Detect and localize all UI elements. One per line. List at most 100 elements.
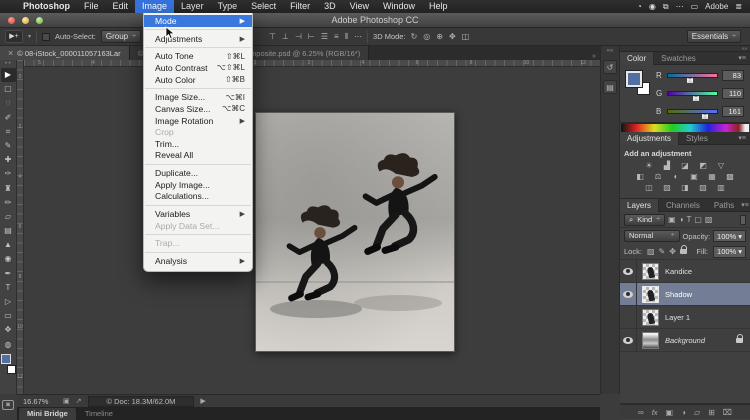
visibility-toggle[interactable] — [620, 260, 637, 283]
green-slider[interactable] — [667, 91, 718, 96]
red-slider[interactable] — [667, 73, 718, 78]
align-left-icon[interactable]: ⊣ — [295, 32, 302, 42]
filter-adjustment-icon[interactable]: ◑ — [679, 215, 684, 224]
layer-row-kandice[interactable]: Kandice — [620, 260, 750, 283]
tab-styles[interactable]: Styles — [679, 132, 715, 145]
healing-brush-tool[interactable]: ✚ — [1, 153, 16, 167]
menubar-monitor-icon[interactable]: ▭ — [691, 2, 699, 11]
visibility-toggle[interactable] — [620, 283, 637, 306]
align-right-icon[interactable]: ⊢ — [308, 32, 315, 42]
black-white-icon[interactable]: ◐ — [671, 172, 682, 181]
threshold-icon[interactable]: ◨ — [680, 183, 691, 192]
menu-item-image-rotation[interactable]: Image Rotation▶ — [144, 115, 252, 127]
menu-item-duplicate[interactable]: Duplicate... — [144, 167, 252, 179]
history-brush-tool[interactable]: ✏ — [1, 196, 16, 210]
filter-shape-icon[interactable]: ▢ — [694, 215, 702, 224]
background-color-swatch[interactable] — [7, 365, 16, 374]
hue-saturation-icon[interactable]: ◧ — [635, 172, 646, 181]
threed-slide-icon[interactable]: ✥ — [449, 32, 456, 41]
lock-pixels-icon[interactable]: ✎ — [659, 247, 666, 256]
tab-layers[interactable]: Layers — [620, 199, 659, 212]
menu-item-auto-contrast[interactable]: Auto Contrast⌥⇧⌘L — [144, 62, 252, 74]
filter-smart-object-icon[interactable]: ▧ — [705, 215, 713, 224]
photo-filter-icon[interactable]: ▣ — [689, 172, 700, 181]
dock-expand-icon[interactable]: «« — [601, 46, 619, 54]
threed-roll-icon[interactable]: ◎ — [423, 32, 430, 41]
tab-adjustments[interactable]: Adjustments — [620, 132, 679, 145]
tab-color[interactable]: Color — [620, 52, 654, 65]
channel-mixer-icon[interactable]: ▦ — [707, 172, 718, 181]
delete-layer-icon[interactable]: ⌧ — [723, 408, 732, 417]
layer-row-background[interactable]: Background — [620, 329, 750, 352]
tab-overflow-icon[interactable]: » — [588, 53, 600, 60]
menu-help[interactable]: Help — [422, 0, 455, 13]
menu-item-reveal-all[interactable]: Reveal All — [144, 150, 252, 162]
clone-stamp-tool[interactable]: ♜ — [1, 182, 16, 196]
filter-type-icon[interactable]: T — [686, 215, 691, 224]
threed-orbit-icon[interactable]: ↻ — [411, 32, 418, 41]
blend-mode-dropdown[interactable]: Normal÷ — [624, 230, 680, 242]
pen-tool[interactable]: ✒ — [1, 267, 16, 281]
menu-select[interactable]: Select — [244, 0, 283, 13]
menubar-list-icon[interactable]: ≣ — [735, 2, 742, 11]
menu-file[interactable]: File — [77, 0, 106, 13]
canvas-area[interactable]: 5432124681012 024681012 — [17, 60, 600, 394]
menu-item-auto-tone[interactable]: Auto Tone⇧⌘L — [144, 51, 252, 63]
adjustment-layer-icon[interactable]: ◑ — [681, 408, 686, 417]
foreground-color-swatch[interactable] — [1, 354, 11, 364]
exposure-icon[interactable]: ◩ — [698, 161, 709, 170]
auto-select-checkbox[interactable] — [42, 33, 50, 41]
filter-pixel-icon[interactable]: ▣ — [668, 215, 676, 224]
selective-color-icon[interactable]: ▧ — [698, 183, 709, 192]
zoom-level-field[interactable]: 16.67% — [23, 397, 57, 406]
hand-tool[interactable]: ✥ — [1, 323, 16, 337]
toolbar-collapse-icon[interactable]: ‣‣ — [4, 60, 11, 68]
layer-row-layer-1[interactable]: Layer 1 — [620, 306, 750, 329]
tab-swatches[interactable]: Swatches — [654, 52, 703, 65]
vibrance-icon[interactable]: ▽ — [716, 161, 727, 170]
red-value-field[interactable]: 83 — [722, 70, 744, 81]
menu-edit[interactable]: Edit — [106, 0, 136, 13]
visibility-toggle[interactable] — [620, 329, 637, 352]
close-tab-icon[interactable]: × — [8, 48, 13, 58]
menubar-sync-icon[interactable]: ◔ — [637, 2, 642, 11]
menu-filter[interactable]: Filter — [283, 0, 317, 13]
move-tool[interactable]: ▶ — [1, 68, 16, 82]
menu-view[interactable]: View — [343, 0, 376, 13]
layer-mask-icon[interactable]: ▣ — [666, 408, 674, 417]
tool-preset-arrow[interactable]: ▾ — [28, 33, 31, 40]
menu-item-mode[interactable]: Mode▶ — [144, 15, 252, 27]
gradient-tool[interactable]: ▤ — [1, 224, 16, 238]
brush-tool[interactable]: ✑ — [1, 167, 16, 181]
tab-mini-bridge[interactable]: Mini Bridge — [19, 408, 76, 420]
type-tool[interactable]: T — [1, 281, 16, 295]
status-icon-1[interactable]: ▣ — [63, 397, 70, 405]
panel-menu-icon[interactable]: ▾≡ — [741, 201, 750, 209]
menu-item-variables[interactable]: Variables▶ — [144, 208, 252, 220]
layer-thumbnail[interactable] — [642, 332, 659, 349]
eyedropper-tool[interactable]: ✎ — [1, 139, 16, 153]
posterize-icon[interactable]: ▨ — [662, 183, 673, 192]
lock-position-icon[interactable]: ✥ — [669, 247, 676, 256]
document-tab-1[interactable]: × © 08-iStock_000011057163Lar — [0, 46, 130, 60]
status-icon-2[interactable]: ↗ — [76, 397, 82, 405]
menu-item-calculations[interactable]: Calculations... — [144, 190, 252, 202]
menu-type[interactable]: Type — [211, 0, 245, 13]
crop-tool[interactable]: ⌗ — [1, 125, 16, 139]
layer-thumbnail[interactable] — [642, 309, 659, 326]
panel-menu-icon[interactable]: ▾≡ — [738, 54, 750, 62]
eraser-tool[interactable]: ▱ — [1, 210, 16, 224]
status-arrow-icon[interactable]: ▶ — [200, 397, 205, 405]
new-layer-icon[interactable]: ⊞ — [708, 408, 715, 417]
properties-panel-button[interactable]: ▤ — [603, 80, 617, 94]
tab-paths[interactable]: Paths — [707, 199, 741, 212]
distribute-gap-icon[interactable]: ⋯ — [354, 32, 362, 42]
document-image[interactable] — [255, 112, 455, 352]
zoom-tool[interactable]: ◍ — [1, 338, 16, 352]
menu-item-image-size[interactable]: Image Size...⌥⌘I — [144, 92, 252, 104]
dodge-tool[interactable]: ◉ — [1, 252, 16, 266]
layer-style-icon[interactable]: fx — [652, 408, 658, 417]
menu-item-analysis[interactable]: Analysis▶ — [144, 255, 252, 267]
layer-thumbnail[interactable] — [642, 263, 659, 280]
color-lookup-icon[interactable]: ▩ — [725, 172, 736, 181]
